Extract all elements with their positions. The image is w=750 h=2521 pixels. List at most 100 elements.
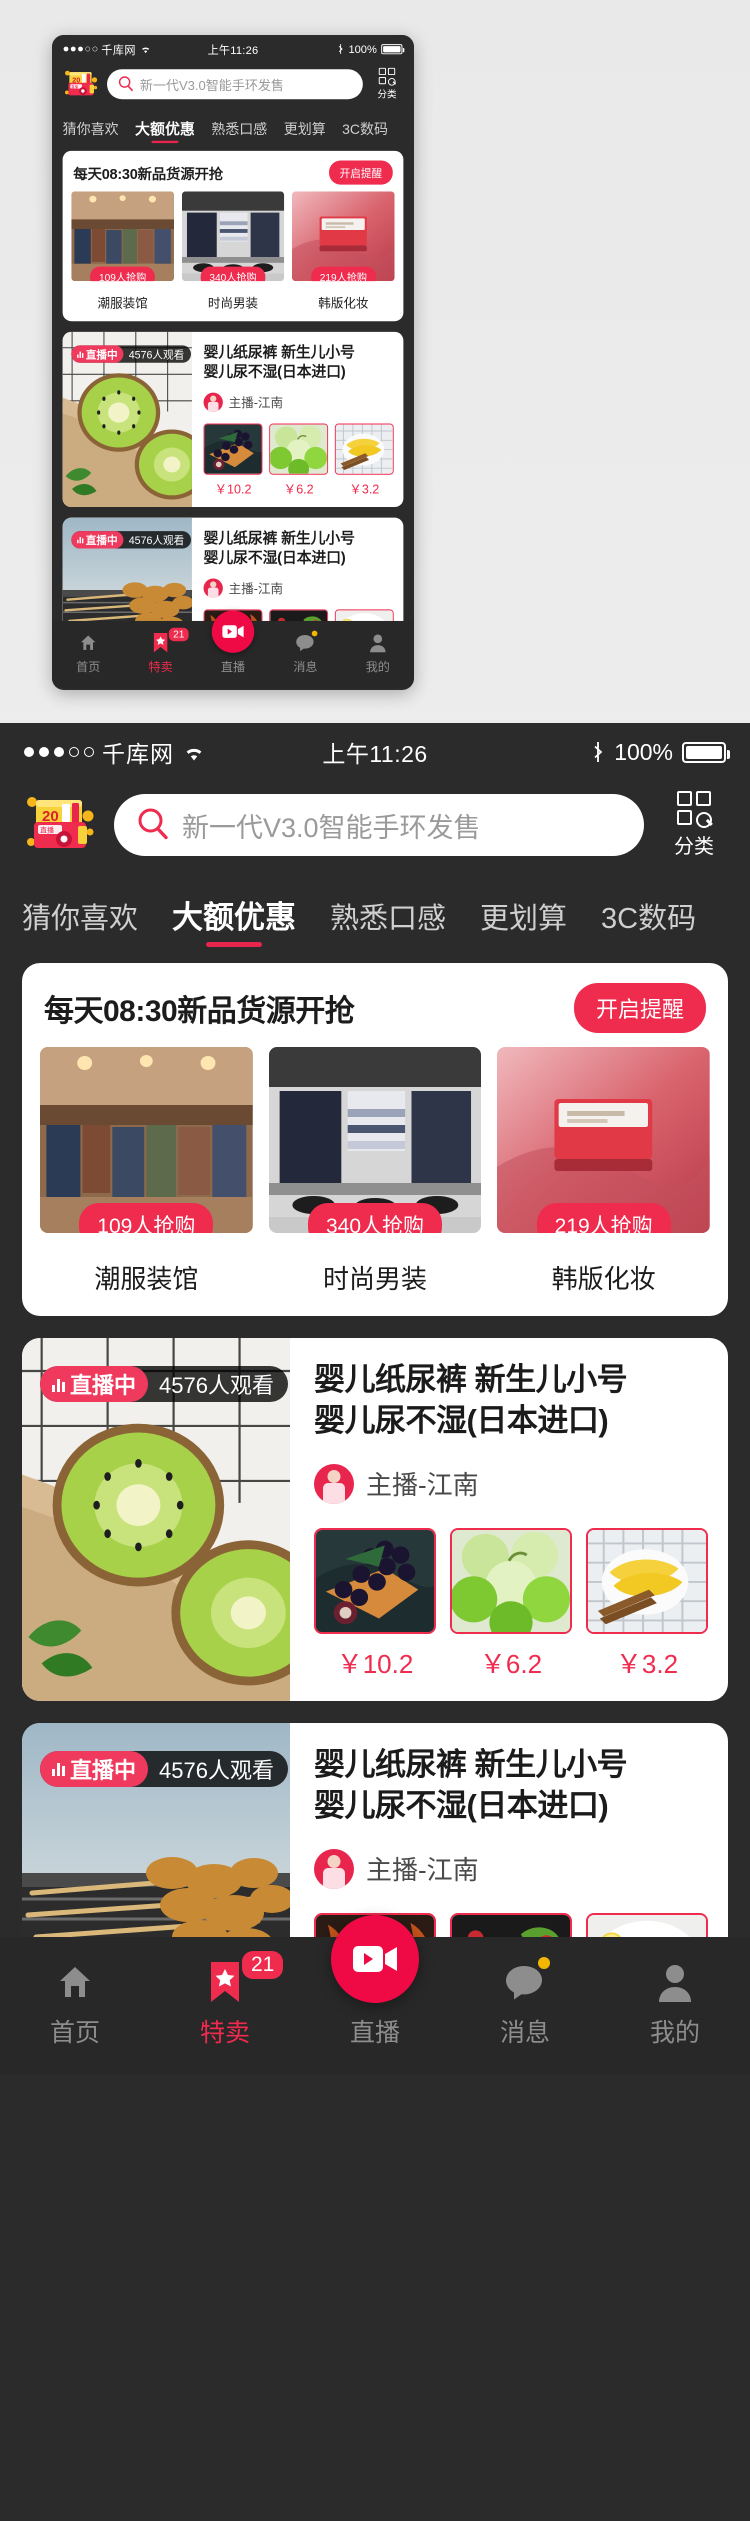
category-button[interactable]: 分类 xyxy=(371,67,404,101)
red-cosmetics-photo: 219人抢购 xyxy=(497,1047,711,1233)
video-camera-icon[interactable] xyxy=(211,610,255,653)
flash-sale-badge-1: 340人抢购 xyxy=(200,266,266,282)
carrier-name: 千库网 xyxy=(101,43,136,57)
clothing-store-photo: 109人抢购 xyxy=(71,191,174,282)
product-thumbs-0: ￥10.2 ￥6.2 ￥3.2 xyxy=(203,423,394,497)
tab-1[interactable]: 大额优惠 xyxy=(172,892,296,951)
tab-2[interactable]: 熟悉口感 xyxy=(330,895,446,951)
promo-gift-icon[interactable]: 20 直播 xyxy=(22,792,98,858)
svg-text:直播: 直播 xyxy=(40,826,54,835)
signal-bars-icon xyxy=(77,536,84,544)
nav-label-mine: 我的 xyxy=(649,2018,700,2047)
tab-0[interactable]: 猜你喜欢 xyxy=(63,118,119,145)
product-0-0[interactable]: ￥10.2 xyxy=(203,423,263,497)
flash-sale-badge-1: 340人抢购 xyxy=(307,1203,443,1233)
anchor-name-0: 主播-江南 xyxy=(228,395,284,411)
green-apples-photo xyxy=(450,1527,572,1634)
signal-bars-icon xyxy=(77,350,84,358)
anchor-avatar xyxy=(314,1463,354,1504)
category-tabs[interactable]: 猜你喜欢 大额优惠 熟悉口感 更划算 3C数码 xyxy=(0,877,750,951)
nav-label-sale: 特卖 xyxy=(199,2018,250,2047)
flash-sale-item-2[interactable]: 219人抢购 韩版化妆 xyxy=(292,191,395,311)
anchor-avatar xyxy=(314,1848,354,1889)
flash-sale-name-0: 潮服装馆 xyxy=(97,296,148,311)
nav-label-live: 直播 xyxy=(220,660,246,674)
flash-sale-name-0: 潮服装馆 xyxy=(94,1264,199,1294)
anchor-row-1[interactable]: 主播-江南 xyxy=(314,1848,708,1889)
product-price-0-2: ￥3.2 xyxy=(615,1648,679,1679)
viewer-count-1: 4576人观看 xyxy=(128,534,185,547)
nav-item-live[interactable]: 直播 xyxy=(197,610,269,674)
flash-sale-item-0[interactable]: 109人抢购 潮服装馆 xyxy=(71,191,174,311)
nav-item-mine[interactable]: 我的 xyxy=(342,631,414,674)
nav-item-home[interactable]: 首页 xyxy=(52,631,124,674)
category-button[interactable]: 分类 xyxy=(660,791,728,859)
viewer-count-0: 4576人观看 xyxy=(128,348,185,361)
flash-sale-item-0[interactable]: 109人抢购 潮服装馆 xyxy=(40,1047,253,1296)
anchor-row-0[interactable]: 主播-江南 xyxy=(314,1463,708,1504)
flash-sale-items: 109人抢购 潮服装馆 340人抢购 时尚男装 219人抢购 韩版化妆 xyxy=(63,191,404,321)
home-icon xyxy=(79,631,98,653)
nav-item-home[interactable]: 首页 xyxy=(0,1959,150,2049)
category-tabs[interactable]: 猜你喜欢 大额优惠 熟悉口感 更划算 3C数码 xyxy=(52,109,414,146)
search-input[interactable]: 新一代V3.0智能手环发售 xyxy=(140,75,284,94)
tab-3[interactable]: 更划算 xyxy=(284,118,326,145)
wifi-icon xyxy=(140,45,151,54)
nav-item-sale[interactable]: 21 特卖 xyxy=(124,627,196,674)
nav-label-mine: 我的 xyxy=(365,660,390,674)
product-0-1[interactable]: ￥6.2 xyxy=(269,423,329,497)
live-card-0[interactable]: 直播中 4576人观看 婴儿纸尿裤 新生儿小号 婴儿尿不湿(日本进口) 主播-江… xyxy=(62,331,404,507)
product-0-1[interactable]: ￥6.2 xyxy=(450,1527,572,1681)
enable-reminder-button[interactable]: 开启提醒 xyxy=(573,983,706,1033)
flash-sale-card: 每天08:30新品货源开抢 开启提醒 109人抢购 潮服装馆 340人抢购 时尚… xyxy=(22,963,728,1316)
anchor-row-1[interactable]: 主播-江南 xyxy=(203,578,394,598)
category-button-label: 分类 xyxy=(377,89,397,101)
main-content: 每天08:30新品货源开抢 开启提醒 109人抢购 潮服装馆 340人抢购 时尚… xyxy=(0,951,750,2053)
nav-label-home: 首页 xyxy=(49,2018,100,2047)
home-icon xyxy=(55,1959,95,2005)
flash-sale-header: 每天08:30新品货源开抢 开启提醒 xyxy=(63,151,404,192)
signal-dots-icon xyxy=(24,747,94,757)
search-input[interactable]: 新一代V3.0智能手环发售 xyxy=(182,806,481,845)
anchor-row-0[interactable]: 主播-江南 xyxy=(203,392,394,412)
live-title-line1-0: 婴儿纸尿裤 新生儿小号 xyxy=(203,343,355,361)
live-title-line2-0: 婴儿尿不湿(日本进口) xyxy=(203,363,346,381)
nav-item-messages[interactable]: 消息 xyxy=(450,1956,600,2049)
tab-4[interactable]: 3C数码 xyxy=(601,895,696,951)
signal-bars-icon xyxy=(52,1761,65,1777)
nav-item-sale[interactable]: 21 特卖 xyxy=(150,1950,300,2049)
bottom-nav: 首页 21 特卖 直播 消息 我的 xyxy=(0,1914,750,2075)
tab-4[interactable]: 3C数码 xyxy=(342,118,388,145)
nav-item-live[interactable]: 直播 xyxy=(300,1914,450,2049)
tab-2[interactable]: 熟悉口感 xyxy=(211,118,267,145)
user-icon xyxy=(656,1959,694,2005)
live-title-0: 婴儿纸尿裤 新生儿小号 婴儿尿不湿(日本进口) xyxy=(204,342,394,381)
app-header: 20 直播 新一代V3.0智能手环发售 分类 xyxy=(0,781,750,877)
video-camera-icon[interactable] xyxy=(331,1914,419,2003)
live-card-info-0: 婴儿纸尿裤 新生儿小号 婴儿尿不湿(日本进口) 主播-江南 ￥10.2 ￥6.2… xyxy=(290,1338,728,1701)
nav-item-mine[interactable]: 我的 xyxy=(600,1959,750,2049)
flash-sale-item-1[interactable]: 340人抢购 时尚男装 xyxy=(181,191,285,311)
tab-1[interactable]: 大额优惠 xyxy=(135,117,195,145)
search-icon xyxy=(118,75,134,94)
carrier-name: 千库网 xyxy=(102,741,174,767)
status-bar-right: 100% xyxy=(258,42,405,55)
search-bar[interactable]: 新一代V3.0智能手环发售 xyxy=(107,69,363,100)
product-0-0[interactable]: ￥10.2 xyxy=(314,1527,436,1681)
promo-gift-icon[interactable]: 20 直播 xyxy=(63,68,100,100)
nav-label-sale: 特卖 xyxy=(148,660,173,674)
tab-0[interactable]: 猜你喜欢 xyxy=(22,895,138,951)
flash-sale-item-1[interactable]: 340人抢购 时尚男装 xyxy=(268,1047,482,1296)
search-bar[interactable]: 新一代V3.0智能手环发售 xyxy=(114,794,644,856)
svg-text:直播: 直播 xyxy=(71,84,78,89)
product-0-2[interactable]: ￥3.2 xyxy=(586,1527,708,1681)
tab-3[interactable]: 更划算 xyxy=(480,895,567,951)
viewer-count-1: 4576人观看 xyxy=(159,1757,274,1783)
nav-label-messages: 消息 xyxy=(499,2018,550,2047)
product-0-2[interactable]: ￥3.2 xyxy=(334,423,394,497)
flash-sale-item-2[interactable]: 219人抢购 韩版化妆 xyxy=(497,1047,711,1296)
live-label-0: 直播中 xyxy=(70,1373,137,1398)
enable-reminder-button[interactable]: 开启提醒 xyxy=(329,160,393,185)
live-card-0[interactable]: 直播中 4576人观看 婴儿纸尿裤 新生儿小号 婴儿尿不湿(日本进口) 主播-江… xyxy=(22,1338,728,1701)
nav-item-messages[interactable]: 消息 xyxy=(269,630,341,674)
